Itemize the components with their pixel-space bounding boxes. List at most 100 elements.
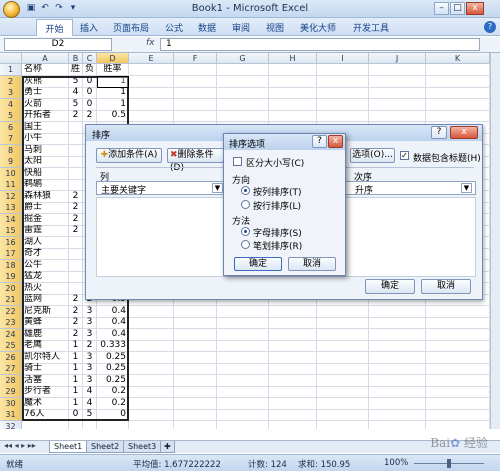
cell-a[interactable]: 名称 [22,64,69,76]
empty-cell[interactable] [369,374,426,387]
empty-cell[interactable] [174,420,217,429]
close-icon[interactable]: x [450,126,478,139]
has-headers-checkbox[interactable]: ✓ [400,151,409,160]
empty-cell[interactable] [369,328,426,341]
empty-cell[interactable] [217,397,269,410]
case-sensitive-checkbox[interactable] [233,157,242,166]
cell-b[interactable] [69,420,83,429]
empty-cell[interactable] [426,64,490,76]
row-header[interactable]: 12 [0,190,22,203]
cell-a[interactable]: 魔术 [22,397,69,410]
cell-c[interactable]: 3 [83,374,97,387]
empty-cell[interactable] [317,363,369,375]
cell-d[interactable]: 0.25 [97,351,129,364]
cell-b[interactable] [69,259,83,272]
cell-d[interactable]: 0 [97,409,129,421]
row-header[interactable]: 6 [0,121,22,134]
empty-cell[interactable] [426,374,490,387]
empty-cell[interactable] [369,409,426,421]
cell-a[interactable]: 掘金 [22,213,69,226]
empty-cell[interactable] [317,305,369,318]
cell-a[interactable]: 雷霆 [22,225,69,237]
empty-cell[interactable] [317,397,369,410]
empty-cell[interactable] [369,87,426,99]
cell-b[interactable]: 1 [69,363,83,375]
row-header[interactable]: 8 [0,144,22,157]
empty-cell[interactable] [317,420,369,429]
cell-b[interactable] [69,271,83,283]
cell-b[interactable] [69,248,83,260]
help-icon[interactable]: ? [484,21,496,33]
empty-cell[interactable] [369,420,426,429]
empty-cell[interactable] [217,317,269,329]
tab-view[interactable]: 视图 [266,21,284,34]
close-button[interactable]: x [466,2,484,15]
cell-a[interactable]: 火箭 [22,98,69,111]
empty-cell[interactable] [129,98,174,111]
row-header[interactable]: 28 [0,374,22,387]
empty-cell[interactable] [369,305,426,318]
cell-c[interactable]: 3 [83,363,97,375]
cell-b[interactable]: 5 [69,75,83,88]
cell-c[interactable]: 0 [83,87,97,99]
column-header-e[interactable]: E [129,53,174,64]
empty-cell[interactable] [269,305,317,318]
cell-d[interactable]: 0.4 [97,305,129,318]
cell-b[interactable]: 2 [69,317,83,329]
cell-c[interactable]: 4 [83,386,97,398]
empty-cell[interactable] [217,75,269,88]
sheet-nav-icon[interactable]: ◂◂ ◂ ▸ ▸▸ [4,441,36,450]
empty-cell[interactable] [426,351,490,364]
empty-cell[interactable] [269,317,317,329]
sheet-tab-3[interactable]: Sheet3 [123,441,162,453]
empty-cell[interactable] [174,397,217,410]
empty-cell[interactable] [129,409,174,421]
empty-cell[interactable] [426,75,490,88]
insert-sheet-icon[interactable]: ✚ [160,441,175,453]
empty-cell[interactable] [317,64,369,76]
empty-cell[interactable] [426,340,490,352]
empty-cell[interactable] [269,386,317,398]
cell-d[interactable]: 0.5 [97,110,129,122]
minimize-button[interactable]: – [434,2,449,15]
row-header[interactable]: 23 [0,317,22,329]
tab-beautify[interactable]: 美化大师 [300,21,336,34]
empty-cell[interactable] [317,351,369,364]
empty-cell[interactable] [129,317,174,329]
empty-cell[interactable] [369,75,426,88]
row-header[interactable]: 27 [0,363,22,375]
empty-cell[interactable] [317,87,369,99]
column-header-g[interactable]: G [217,53,269,64]
column-header-b[interactable]: B [69,53,83,64]
column-header-a[interactable]: A [22,53,69,64]
empty-cell[interactable] [174,305,217,318]
tab-formulas[interactable]: 公式 [165,21,183,34]
empty-cell[interactable] [369,386,426,398]
sort-by-row-radio[interactable] [241,200,250,209]
empty-cell[interactable] [217,340,269,352]
select-all-corner[interactable] [0,53,22,64]
empty-cell[interactable] [174,98,217,111]
empty-cell[interactable] [269,328,317,341]
empty-cell[interactable] [317,409,369,421]
empty-cell[interactable] [317,386,369,398]
empty-cell[interactable] [217,98,269,111]
options-ok-button[interactable]: 确定 [234,257,282,271]
cell-c[interactable]: 3 [83,305,97,318]
cell-b[interactable]: 5 [69,98,83,111]
empty-cell[interactable] [129,305,174,318]
cell-c[interactable]: 4 [83,397,97,410]
empty-cell[interactable] [174,340,217,352]
empty-cell[interactable] [369,397,426,410]
cell-a[interactable]: 步行者 [22,386,69,398]
cell-d[interactable]: 0.25 [97,374,129,387]
row-header[interactable]: 30 [0,397,22,410]
empty-cell[interactable] [129,75,174,88]
empty-cell[interactable] [426,386,490,398]
empty-cell[interactable] [129,420,174,429]
empty-cell[interactable] [129,64,174,76]
cell-b[interactable]: 1 [69,374,83,387]
maximize-button[interactable]: □ [450,2,465,15]
empty-cell[interactable] [426,409,490,421]
cell-c[interactable]: 负 [83,64,97,76]
